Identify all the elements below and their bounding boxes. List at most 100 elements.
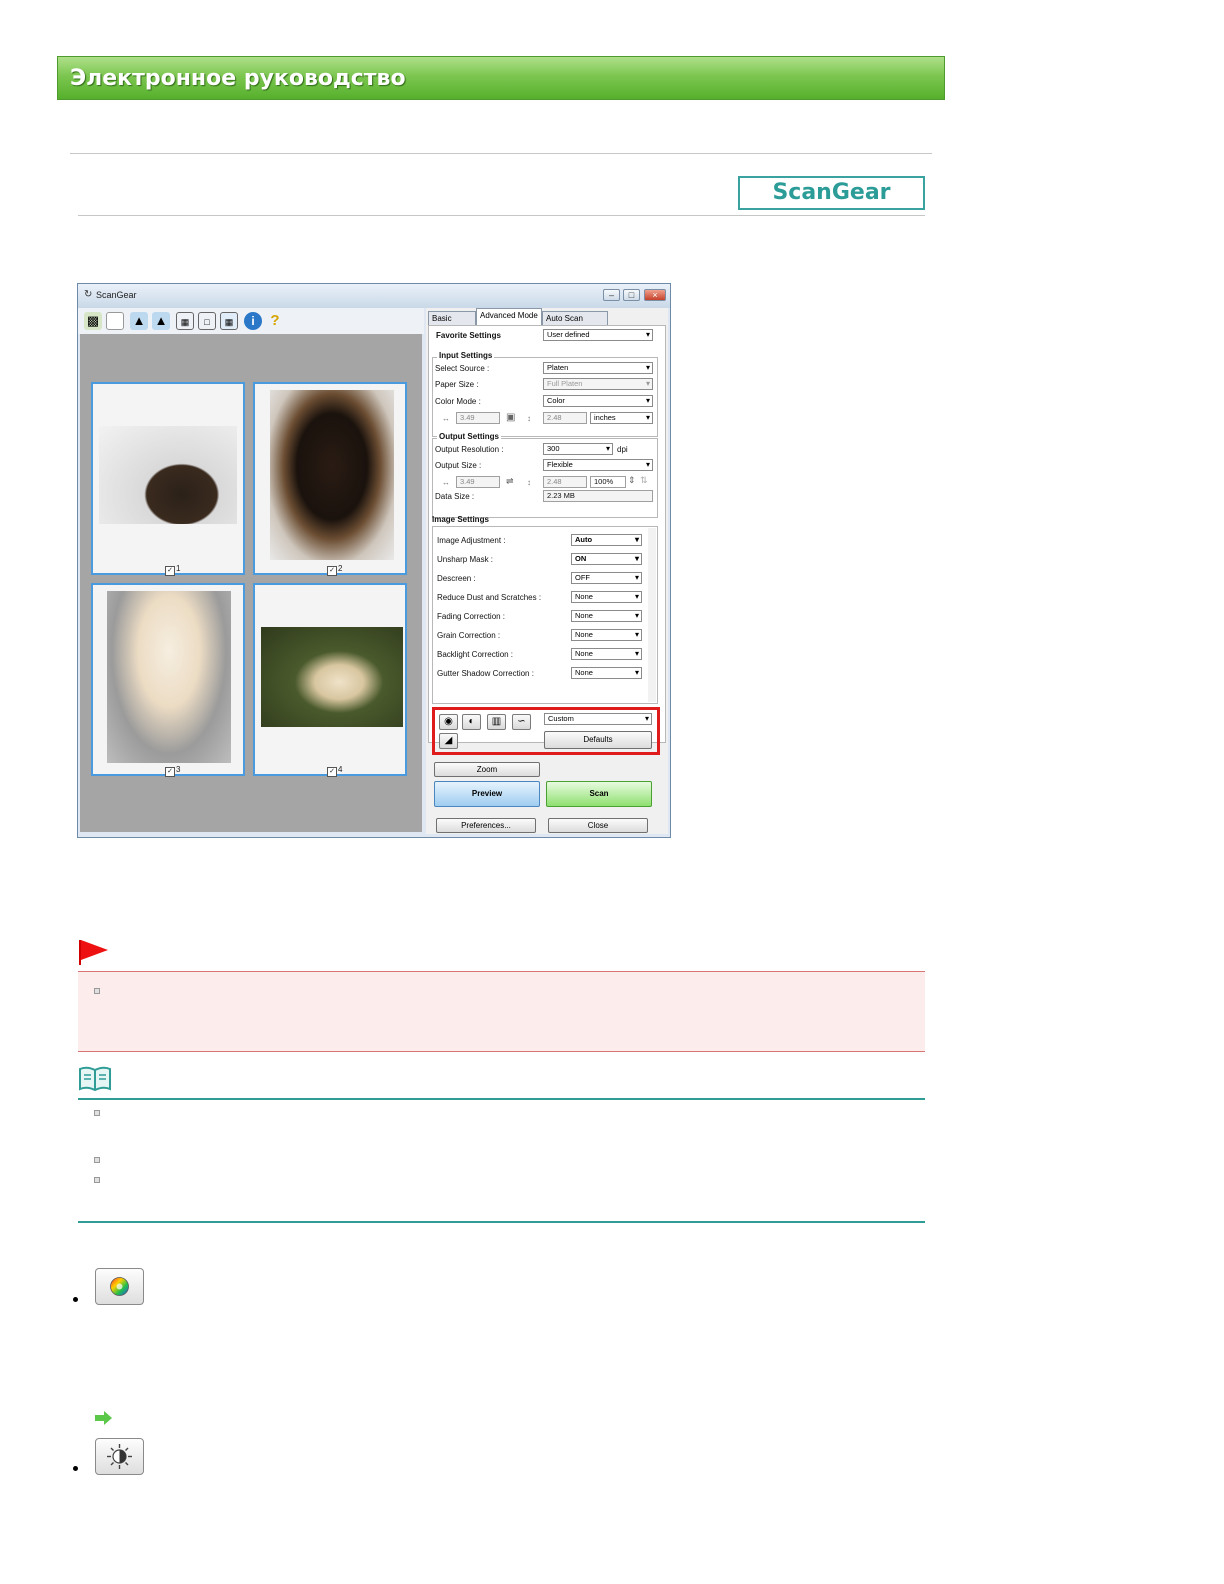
- fading-correction-dropdown[interactable]: None: [571, 610, 642, 622]
- image-settings-scrollbar[interactable]: [648, 528, 656, 702]
- descreen-dropdown[interactable]: OFF: [571, 572, 642, 584]
- gutter-shadow-dropdown[interactable]: None: [571, 667, 642, 679]
- bullet-icon: [94, 1177, 100, 1183]
- output-size-dropdown[interactable]: Flexible: [543, 459, 653, 471]
- grid-select-icon[interactable]: ▦: [220, 312, 238, 330]
- tab-basic-mode[interactable]: Basic Mode: [428, 311, 476, 337]
- scangear-app-icon: ↻: [84, 289, 93, 300]
- tone-preset-dropdown[interactable]: Custom: [544, 713, 652, 725]
- data-size-label: Data Size :: [435, 492, 475, 501]
- preview-area: ✓ 1 ✓ 2 ✓ 3 ✓ 4: [80, 334, 422, 832]
- color-mode-dropdown[interactable]: Color: [543, 395, 653, 407]
- histogram-icon[interactable]: ▥: [487, 714, 506, 730]
- width-icon: ↔: [442, 414, 450, 423]
- preview-button[interactable]: Preview: [434, 781, 540, 807]
- select-source-dropdown[interactable]: Platen: [543, 362, 653, 374]
- tab-auto-scan-mode[interactable]: Auto Scan Mode: [542, 311, 608, 337]
- window-title: ScanGear: [96, 290, 137, 300]
- input-width-field[interactable]: 3.49: [456, 412, 500, 424]
- favorite-settings-dropdown[interactable]: User defined: [543, 329, 653, 341]
- close-button[interactable]: Close: [548, 818, 648, 833]
- document-icon[interactable]: [106, 312, 124, 330]
- bullet-icon: [94, 988, 100, 994]
- brightness-contrast-icon[interactable]: ◐: [462, 714, 481, 730]
- image-setting-label: Backlight Correction :: [437, 650, 514, 659]
- minimize-icon[interactable]: –: [603, 289, 620, 301]
- window-titlebar: ↻ ScanGear – □ ×: [78, 284, 670, 308]
- color-balance-button[interactable]: [95, 1268, 144, 1305]
- dpi-label: dpi: [617, 445, 628, 454]
- maximize-icon[interactable]: □: [623, 289, 640, 301]
- output-height-field[interactable]: 2.48: [543, 476, 587, 488]
- divider: [78, 215, 925, 216]
- output-width-field[interactable]: 3.49: [456, 476, 500, 488]
- note-book-icon: [79, 1066, 111, 1092]
- color-balance-icon[interactable]: ◉: [439, 714, 458, 730]
- thumbnail-4[interactable]: ✓ 4: [253, 583, 407, 777]
- bullet-icon: [94, 1157, 100, 1163]
- important-notice-box: [78, 971, 925, 1052]
- image-setting-label: Reduce Dust and Scratches :: [437, 593, 542, 602]
- image-setting-label: Unsharp Mask :: [437, 555, 494, 564]
- height-icon: ↕: [527, 414, 531, 423]
- link-icon[interactable]: ⇌: [506, 476, 514, 487]
- backlight-correction-dropdown[interactable]: None: [571, 648, 642, 660]
- output-resolution-dropdown[interactable]: 300: [543, 443, 613, 455]
- scanner-icon[interactable]: ▩: [84, 312, 102, 330]
- photo-crop-icon[interactable]: ▲: [152, 312, 170, 330]
- tone-curve-icon[interactable]: ∽: [512, 714, 531, 730]
- settings-panel: Basic Mode Advanced Mode Auto Scan Mode …: [426, 308, 668, 834]
- thumbnail-3[interactable]: ✓ 3: [91, 583, 245, 777]
- header-banner: Электронное руководство: [57, 56, 945, 100]
- photo-labrador: [107, 591, 231, 763]
- output-size-label: Output Size :: [435, 461, 482, 470]
- photo-icon[interactable]: ▲: [130, 312, 148, 330]
- thumbnail-checkbox[interactable]: ✓ 1: [165, 564, 180, 576]
- grain-correction-dropdown[interactable]: None: [571, 629, 642, 641]
- photo-dachshund: [270, 390, 394, 560]
- close-icon[interactable]: ×: [644, 289, 666, 301]
- zoom-button[interactable]: Zoom: [434, 762, 540, 777]
- thumbnail-2[interactable]: ✓ 2: [253, 382, 407, 576]
- link-arrow-icon[interactable]: [95, 1411, 113, 1425]
- scale-field[interactable]: 100%: [590, 476, 626, 488]
- photo-labrador-on-grass: [261, 627, 403, 727]
- tab-advanced-mode[interactable]: Advanced Mode: [476, 308, 542, 325]
- help-icon[interactable]: ?: [266, 312, 284, 330]
- reduce-dust-dropdown[interactable]: None: [571, 591, 642, 603]
- grid-outline-icon[interactable]: □: [198, 312, 216, 330]
- unit-dropdown[interactable]: inches: [590, 412, 653, 424]
- thumbnail-checkbox[interactable]: ✓ 2: [327, 564, 342, 576]
- lock-ratio-icon[interactable]: ▣: [506, 412, 515, 423]
- thumbnail-checkbox[interactable]: ✓ 3: [165, 765, 180, 777]
- paper-size-dropdown[interactable]: Full Platen: [543, 378, 653, 390]
- image-settings-title: Image Settings: [432, 515, 489, 524]
- note-divider: [78, 1098, 925, 1100]
- bullet-icon: [94, 1110, 100, 1116]
- list-bullet: [73, 1466, 78, 1471]
- output-resolution-label: Output Resolution :: [435, 445, 504, 454]
- scan-button[interactable]: Scan: [546, 781, 652, 807]
- image-setting-label: Grain Correction :: [437, 631, 501, 640]
- image-setting-label: Image Adjustment :: [437, 536, 506, 545]
- grid-icon[interactable]: ▦: [176, 312, 194, 330]
- image-adjustment-dropdown[interactable]: Auto: [571, 534, 642, 546]
- unsharp-mask-dropdown[interactable]: ON: [571, 553, 642, 565]
- thumbnail-checkbox[interactable]: ✓ 4: [327, 765, 342, 777]
- swap-icon[interactable]: ⇅: [640, 475, 648, 486]
- list-bullet: [73, 1297, 78, 1302]
- height-icon: ↕: [527, 478, 531, 487]
- defaults-button[interactable]: Defaults: [544, 731, 652, 749]
- input-height-field[interactable]: 2.48: [543, 412, 587, 424]
- select-source-label: Select Source :: [435, 364, 490, 373]
- favorite-settings-label: Favorite Settings: [436, 331, 501, 340]
- thumbnail-1[interactable]: ✓ 1: [91, 382, 245, 576]
- final-review-icon[interactable]: ◢: [439, 733, 458, 749]
- scangear-badge: ScanGear: [738, 176, 925, 210]
- important-flag-icon: [79, 940, 108, 965]
- brightness-contrast-icon: [107, 1444, 132, 1469]
- scale-stepper-icon[interactable]: ⇕: [628, 475, 636, 486]
- info-icon[interactable]: i: [244, 312, 262, 330]
- brightness-contrast-button[interactable]: [95, 1438, 144, 1475]
- preferences-button[interactable]: Preferences...: [436, 818, 536, 833]
